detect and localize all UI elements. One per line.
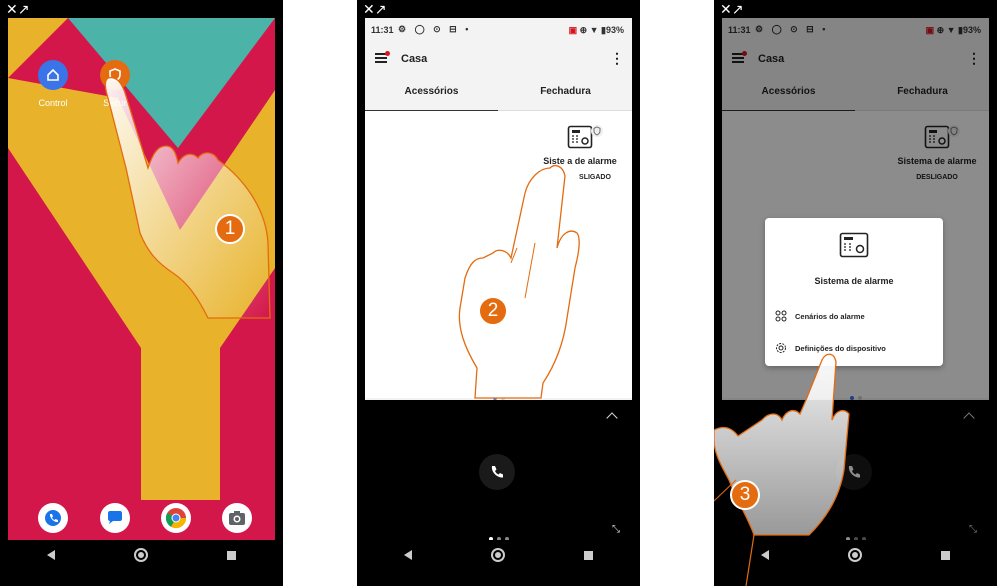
messages-dock-icon[interactable]	[100, 503, 130, 533]
tab-bar: Acessórios Fechadura	[365, 78, 632, 112]
android-navbar	[8, 540, 275, 570]
device-settings-option[interactable]: Definições do dispositivo	[775, 342, 886, 354]
devices-grid: Siste a de alarme SLIGADO	[365, 111, 632, 400]
status-notification-icons: ⚙ ◯ ⊙ ⊟ •	[398, 24, 472, 34]
screenshot-toolbar-icon[interactable]: ✕↗	[6, 3, 29, 17]
back-icon[interactable]	[47, 550, 56, 560]
expand-icon[interactable]: ⤡	[612, 524, 620, 535]
camera-dock-icon[interactable]	[222, 503, 252, 533]
home-wallpaper: Control Secur 1	[8, 18, 275, 540]
device-name: Siste a de alarme	[543, 156, 617, 166]
control-app-label: Control	[38, 98, 68, 108]
call-button[interactable]	[479, 454, 515, 490]
status-time: 11:31	[371, 25, 394, 35]
alarm-device-card[interactable]: Siste a de alarme SLIGADO	[530, 125, 630, 181]
grid-icon	[775, 310, 787, 322]
panel-page-indicator	[365, 528, 632, 540]
step-badge: 3	[730, 480, 760, 510]
chevron-up-icon[interactable]	[606, 412, 618, 424]
device-state: SLIGADO	[579, 174, 611, 181]
step-badge: 1	[215, 214, 245, 244]
alarm-scenarios-option[interactable]: Cenários do alarme	[775, 310, 865, 322]
shield-icon	[591, 125, 603, 137]
battery-level: 93%	[605, 25, 624, 35]
app-screen: 11:31 ⚙ ◯ ⊙ ⊟ • ▣ ⊕ ▼ ▮93% Casa ⋮ Acessó…	[722, 18, 989, 540]
app-screen: 11:31 ⚙ ◯ ⊙ ⊟ • ▣ ⊕ ▼ ▮93% Casa ⋮ Acessó…	[365, 18, 632, 540]
home-nav-icon[interactable]	[490, 548, 505, 562]
tab-accessories[interactable]: Acessórios	[365, 78, 498, 112]
security-app-icon[interactable]	[100, 60, 130, 90]
control-app-icon[interactable]	[38, 60, 68, 90]
back-icon[interactable]	[761, 550, 770, 560]
app-title: Casa	[401, 53, 428, 65]
android-navbar	[365, 540, 632, 570]
alarm-panel-icon	[839, 232, 869, 258]
more-options-icon[interactable]: ⋮	[610, 50, 624, 67]
status-bar: 11:31 ⚙ ◯ ⊙ ⊟ • ▣ ⊕ ▼ ▮93%	[365, 18, 632, 42]
tab-lock[interactable]: Fechadura	[499, 78, 632, 110]
security-app-label: Secur	[103, 98, 127, 108]
phone-app-screen: ✕↗ 11:31 ⚙ ◯ ⊙ ⊟ • ▣ ⊕ ▼ ▮93% Casa ⋮ Ace…	[357, 0, 640, 586]
back-icon[interactable]	[404, 550, 413, 560]
alarm-scenarios-label: Cenários do alarme	[795, 311, 865, 321]
status-right: ▣ ⊕ ▼ ▮93%	[568, 25, 624, 35]
recents-icon[interactable]	[226, 550, 236, 560]
android-navbar	[722, 540, 989, 570]
wallpaper-graphic	[8, 18, 275, 540]
device-settings-label: Definições do dispositivo	[795, 343, 886, 353]
device-options-dialog: Sistema de alarme Cenários do alarme Def…	[765, 218, 943, 366]
app-bar: Casa ⋮	[365, 44, 632, 72]
intercom-panel: ⤡	[365, 400, 632, 540]
recents-icon[interactable]	[940, 550, 950, 560]
home-nav-icon[interactable]	[133, 548, 148, 562]
recents-icon[interactable]	[583, 550, 593, 560]
notification-dot	[385, 51, 390, 56]
gear-icon	[776, 343, 786, 353]
chrome-dock-icon[interactable]	[161, 503, 191, 533]
phone-dock-icon[interactable]	[38, 503, 68, 533]
screenshot-toolbar-icon[interactable]: ✕↗	[720, 3, 743, 17]
phone-dialog-screen: ✕↗ 11:31 ⚙ ◯ ⊙ ⊟ • ▣ ⊕ ▼ ▮93% Casa ⋮ Ace…	[714, 0, 997, 586]
screenshot-toolbar-icon[interactable]: ✕↗	[363, 3, 386, 17]
step-badge: 2	[478, 296, 508, 326]
alarm-panel-icon	[567, 125, 593, 149]
phone-home-screen: ✕↗ Control Secur 1	[0, 0, 283, 586]
dialog-title: Sistema de alarme	[814, 276, 894, 286]
home-nav-icon[interactable]	[847, 548, 862, 562]
